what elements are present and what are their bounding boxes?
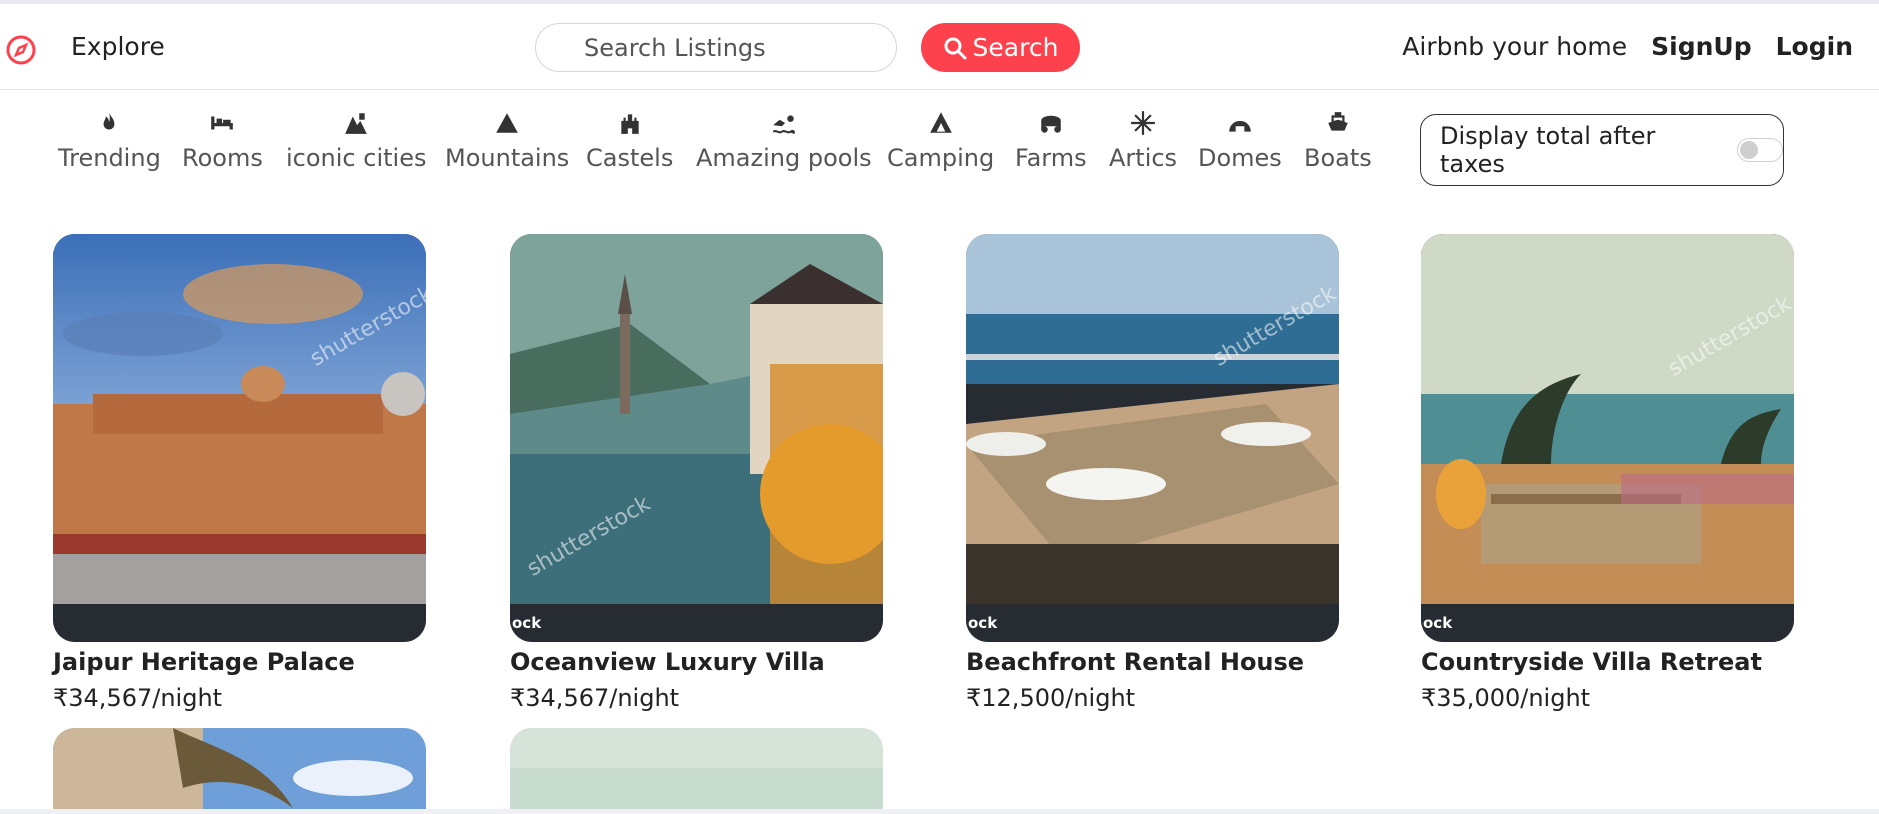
sky-photo — [510, 728, 883, 814]
host-link[interactable]: Airbnb your home — [1402, 32, 1627, 61]
filter-domes[interactable]: Domes — [1198, 110, 1282, 172]
tax-switch[interactable] — [1736, 138, 1783, 162]
image-strip — [53, 604, 426, 642]
image-strip: ock — [510, 604, 883, 642]
listing-image[interactable]: shutterstock — [53, 234, 426, 642]
palace-photo — [53, 234, 426, 604]
listing-image[interactable]: ock shutterstock — [1421, 234, 1794, 642]
filter-bar: Trending Rooms iconic cities Mountains C… — [0, 110, 1400, 190]
filter-artics[interactable]: Artics — [1109, 110, 1177, 172]
listing-price: ₹34,567/night — [510, 684, 680, 712]
listing-title[interactable]: Jaipur Heritage Palace — [53, 648, 426, 676]
explore-link[interactable]: Explore — [71, 32, 165, 61]
navbar: Explore Search Airbnb your home SignUp L… — [0, 4, 1879, 90]
login-link[interactable]: Login — [1776, 32, 1853, 61]
listing-price: ₹35,000/night — [1421, 684, 1591, 712]
signup-link[interactable]: SignUp — [1651, 32, 1751, 61]
castle-icon — [620, 114, 639, 134]
villa-terrace-photo — [1421, 234, 1794, 604]
ship-icon — [1328, 112, 1348, 131]
search-icon — [944, 37, 967, 59]
search-button-label: Search — [972, 33, 1059, 62]
bottom-border — [0, 809, 1879, 814]
beach-palm-photo — [53, 728, 426, 814]
listing-image[interactable]: ock shutterstock — [510, 234, 883, 642]
listing-card-partial[interactable] — [510, 728, 883, 814]
bed-icon — [211, 116, 234, 130]
filter-amazing-pools[interactable]: Amazing pools — [696, 110, 872, 172]
filter-boats[interactable]: Boats — [1304, 110, 1372, 172]
filter-mountains[interactable]: Mountains — [445, 110, 569, 172]
filter-castels[interactable]: Castels — [586, 110, 673, 172]
listing-card-partial[interactable] — [53, 728, 426, 814]
compass-icon[interactable] — [5, 34, 37, 66]
filter-camping[interactable]: Camping — [887, 110, 994, 172]
listing-card[interactable]: ock shutterstock Oceanview Luxury Villa … — [510, 234, 883, 712]
filter-rooms[interactable]: Rooms — [182, 110, 263, 172]
listing-price: ₹12,500/night — [966, 684, 1136, 712]
search-input[interactable] — [535, 23, 897, 72]
yacht-dining-photo — [966, 234, 1339, 604]
city-icon — [345, 113, 368, 134]
tent-icon — [929, 112, 952, 133]
filter-iconic-cities[interactable]: iconic cities — [286, 110, 426, 172]
tractor-icon — [1041, 115, 1061, 133]
listing-price: ₹34,567/night — [53, 684, 223, 712]
listing-card[interactable]: shutterstock Jaipur Heritage Palace ₹34,… — [53, 234, 426, 712]
listing-image[interactable]: ock shutterstock — [966, 234, 1339, 642]
listing-title[interactable]: Countryside Villa Retreat — [1421, 648, 1794, 676]
listing-title[interactable]: Oceanview Luxury Villa — [510, 648, 883, 676]
image-strip: ock — [1421, 604, 1794, 642]
listing-card[interactable]: ock shutterstock Countryside Villa Retre… — [1421, 234, 1794, 712]
igloo-icon — [1229, 120, 1251, 132]
listing-card[interactable]: ock shutterstock Beachfront Rental House… — [966, 234, 1339, 712]
filter-farms[interactable]: Farms — [1015, 110, 1087, 172]
fire-icon — [103, 112, 115, 130]
listing-title[interactable]: Beachfront Rental House — [966, 648, 1339, 676]
mountain-icon — [496, 113, 518, 133]
nav-right: Airbnb your home SignUp Login — [1402, 32, 1853, 61]
filter-trending[interactable]: Trending — [58, 110, 161, 172]
search-button[interactable]: Search — [921, 23, 1080, 72]
tax-toggle[interactable]: Display total after taxes — [1420, 114, 1784, 186]
snowflake-icon — [1131, 111, 1155, 135]
tax-toggle-label: Display total after taxes — [1440, 122, 1656, 178]
swimmer-icon — [772, 115, 795, 134]
image-strip: ock — [966, 604, 1339, 642]
